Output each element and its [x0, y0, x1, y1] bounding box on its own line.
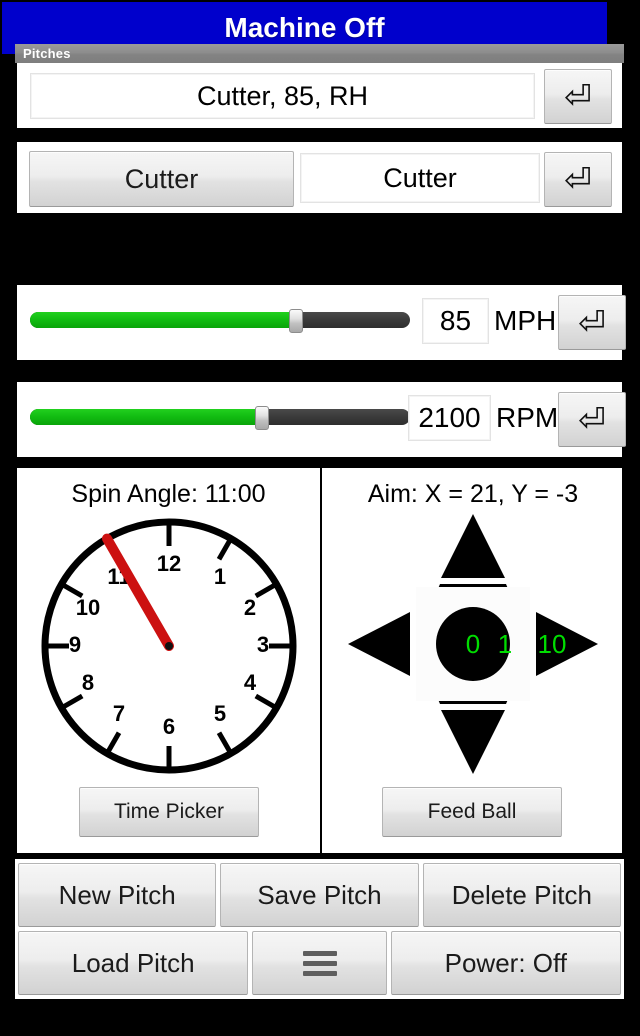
dpad-icon[interactable]: 0 1 10 — [344, 510, 602, 778]
svg-text:4: 4 — [244, 670, 257, 695]
pitch-name-row: Cutter, 85, RH ⏎ — [15, 63, 624, 130]
aim-title: Aim: X = 21, Y = -3 — [367, 480, 579, 508]
window-title-bar: Pitches — [15, 44, 624, 63]
svg-text:3: 3 — [257, 632, 269, 657]
svg-text:6: 6 — [163, 714, 175, 739]
pitch-type-spinner[interactable]: Cutter — [29, 151, 294, 207]
svg-text:1: 1 — [214, 564, 226, 589]
app-screen: Pitches Cutter, 85, RH ⏎ Cutter Cutter ⏎… — [0, 0, 640, 1036]
speed-slider-thumb[interactable] — [289, 309, 303, 333]
speed-unit-label: MPH — [494, 305, 557, 336]
window-title: Pitches — [23, 46, 71, 61]
controls-row: Spin Angle: 11:00 12 1 2 3 4 5 6 7 8 9 1… — [15, 466, 624, 855]
return-arrow-icon: ⏎ — [564, 161, 592, 198]
aim-up-large-button — [441, 514, 505, 578]
svg-text:9: 9 — [69, 632, 81, 657]
menu-button[interactable] — [252, 931, 387, 995]
return-arrow-icon: ⏎ — [564, 78, 592, 115]
spin-angle-panel: Spin Angle: 11:00 12 1 2 3 4 5 6 7 8 9 1… — [17, 468, 320, 853]
svg-text:12: 12 — [157, 551, 181, 576]
spin-rate-unit-label: RPM — [496, 402, 559, 433]
return-arrow-icon: ⏎ — [578, 401, 606, 438]
bottom-toolbar-row-1: New Pitch Save Pitch Delete Pitch — [18, 863, 621, 927]
spin-rate-slider[interactable] — [30, 406, 410, 430]
delete-pitch-button[interactable]: Delete Pitch — [422, 863, 621, 927]
aim-step-large-label: 10 — [538, 629, 567, 659]
new-pitch-button[interactable]: New Pitch — [18, 863, 217, 927]
aim-panel: Aim: X = 21, Y = -3 0 1 10 Feed Ball — [322, 468, 624, 853]
pitch-name-enter-button[interactable]: ⏎ — [544, 69, 612, 124]
pitch-type-enter-button[interactable]: ⏎ — [544, 152, 612, 207]
svg-text:8: 8 — [82, 670, 94, 695]
svg-text:10: 10 — [76, 595, 100, 620]
speed-enter-button[interactable]: ⏎ — [558, 295, 626, 350]
pitch-type-row: Cutter Cutter ⏎ — [15, 140, 624, 215]
clock-face-icon[interactable]: 12 1 2 3 4 5 6 7 8 9 10 11 — [37, 514, 301, 778]
machine-status-text: Machine Off — [224, 12, 385, 43]
spin-rate-slider-fill — [30, 409, 262, 425]
pitch-type-field[interactable]: Cutter — [300, 153, 540, 203]
aim-center-label: 0 — [466, 629, 480, 659]
spin-angle-title: Spin Angle: 11:00 — [71, 480, 266, 508]
bottom-toolbar-row-2: Load Pitch Power: Off — [18, 931, 621, 995]
load-pitch-button[interactable]: Load Pitch — [18, 931, 249, 995]
spin-angle-clock[interactable]: 12 1 2 3 4 5 6 7 8 9 10 11 — [37, 514, 301, 778]
time-picker-button[interactable]: Time Picker — [79, 787, 259, 837]
feed-ball-button[interactable]: Feed Ball — [382, 787, 562, 837]
power-button[interactable]: Power: Off — [390, 931, 621, 995]
speed-slider-fill — [30, 312, 296, 328]
aim-down-large-button — [441, 710, 505, 774]
speed-value-field[interactable]: 85 — [422, 298, 489, 344]
aim-step-small-label: 1 — [498, 629, 512, 659]
spin-rate-row: 2100 RPM ⏎ — [15, 380, 626, 459]
svg-text:7: 7 — [113, 701, 125, 726]
speed-slider[interactable] — [30, 309, 410, 333]
aim-left-large-button — [348, 612, 410, 676]
svg-text:5: 5 — [214, 701, 226, 726]
hamburger-menu-icon — [302, 950, 337, 976]
svg-text:2: 2 — [244, 595, 256, 620]
spin-rate-value-field[interactable]: 2100 — [408, 395, 491, 441]
aim-dpad[interactable]: 0 1 10 — [344, 510, 602, 778]
spin-rate-enter-button[interactable]: ⏎ — [558, 392, 626, 447]
spin-rate-slider-thumb[interactable] — [254, 406, 269, 430]
save-pitch-button[interactable]: Save Pitch — [220, 863, 419, 927]
speed-row: 85 MPH ⏎ — [15, 283, 626, 362]
bottom-toolbar: New Pitch Save Pitch Delete Pitch Load P… — [15, 859, 624, 999]
pitch-name-field[interactable]: Cutter, 85, RH — [30, 73, 535, 119]
return-arrow-icon: ⏎ — [578, 304, 606, 341]
